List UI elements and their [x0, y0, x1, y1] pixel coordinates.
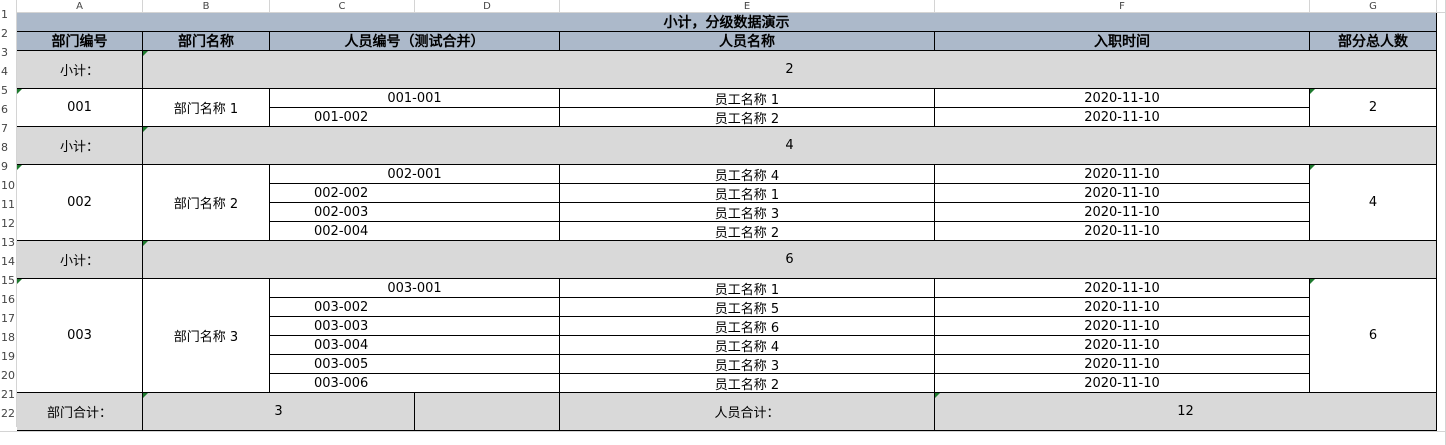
subtotal-value[interactable]: 6 — [143, 241, 1437, 279]
header-dept-total[interactable]: 部分总人数 — [1310, 32, 1437, 51]
dept-code-cell[interactable]: 002 — [17, 165, 143, 241]
row-header-2[interactable]: 2 — [0, 28, 17, 47]
sheet-title[interactable]: 小计，分级数据演示 — [17, 13, 1437, 32]
row-header-5[interactable]: 5 — [0, 85, 17, 104]
column-header-a[interactable]: A — [17, 0, 143, 13]
row-header-22[interactable]: 22 — [0, 408, 17, 427]
header-dept-name[interactable]: 部门名称 — [143, 32, 270, 51]
dept-name-cell[interactable]: 部门名称 2 — [143, 165, 270, 241]
person-code-cell[interactable]: 002-002 — [270, 184, 560, 203]
row-header-4[interactable]: 4 — [0, 66, 17, 85]
person-code-cell[interactable]: 003-005 — [270, 355, 560, 374]
row-header-7[interactable]: 7 — [0, 123, 17, 142]
column-header-empty — [1437, 0, 1446, 13]
person-code-cell[interactable]: 003-001 — [270, 279, 560, 298]
row-header-10[interactable]: 10 — [0, 180, 17, 199]
row-header-11[interactable]: 11 — [0, 199, 17, 218]
row-header-21[interactable]: 21 — [0, 389, 17, 408]
row-header-9[interactable]: 9 — [0, 161, 17, 180]
row-header-6[interactable]: 6 — [0, 104, 17, 123]
row-header-14[interactable]: 14 — [0, 256, 17, 275]
entry-time-cell[interactable]: 2020-11-10 — [935, 298, 1310, 317]
person-code-cell[interactable]: 003-003 — [270, 317, 560, 336]
column-header-g[interactable]: G — [1310, 0, 1437, 13]
person-name-cell[interactable]: 员工名称 3 — [560, 203, 935, 222]
header-person-name[interactable]: 人员名称 — [560, 32, 935, 51]
gridline — [0, 431, 1446, 432]
dept-name-cell[interactable]: 部门名称 3 — [143, 279, 270, 393]
subtotal-value[interactable]: 4 — [143, 127, 1437, 165]
column-header-c[interactable]: C — [270, 0, 415, 13]
entry-time-cell[interactable]: 2020-11-10 — [935, 355, 1310, 374]
entry-time-cell[interactable]: 2020-11-10 — [935, 165, 1310, 184]
person-total-label[interactable]: 人员合计： — [560, 393, 935, 431]
person-code-cell[interactable]: 002-004 — [270, 222, 560, 241]
entry-time-cell[interactable]: 2020-11-10 — [935, 374, 1310, 393]
subtotal-label[interactable]: 小计： — [17, 51, 143, 89]
entry-time-cell[interactable]: 2020-11-10 — [935, 336, 1310, 355]
person-name-cell[interactable]: 员工名称 3 — [560, 355, 935, 374]
column-header-b[interactable]: B — [143, 0, 270, 13]
person-code-cell[interactable]: 003-004 — [270, 336, 560, 355]
empty-gray-cell[interactable] — [415, 393, 560, 431]
row-header-20[interactable]: 20 — [0, 370, 17, 389]
dept-total-value[interactable]: 3 — [143, 393, 415, 431]
person-name-cell[interactable]: 员工名称 6 — [560, 317, 935, 336]
person-code-cell[interactable]: 003-002 — [270, 298, 560, 317]
person-name-cell[interactable]: 员工名称 5 — [560, 298, 935, 317]
row-header-15[interactable]: 15 — [0, 275, 17, 294]
person-code-cell[interactable]: 002-003 — [270, 203, 560, 222]
person-code-cell[interactable]: 003-006 — [270, 374, 560, 393]
entry-time-cell[interactable]: 2020-11-10 — [935, 108, 1310, 127]
entry-time-cell[interactable]: 2020-11-10 — [935, 317, 1310, 336]
person-name-cell[interactable]: 员工名称 4 — [560, 336, 935, 355]
header-person-code[interactable]: 人员编号（测试合并） — [270, 32, 560, 51]
column-header-f[interactable]: F — [935, 0, 1310, 13]
person-name-cell[interactable]: 员工名称 1 — [560, 184, 935, 203]
dept-code-cell[interactable]: 003 — [17, 279, 143, 393]
person-name-cell[interactable]: 员工名称 2 — [560, 222, 935, 241]
row-header-3[interactable]: 3 — [0, 47, 17, 66]
person-code-cell[interactable]: 002-001 — [270, 165, 560, 184]
row-header-8[interactable]: 8 — [0, 142, 17, 161]
header-dept-code[interactable]: 部门编号 — [17, 32, 143, 51]
row-header-17[interactable]: 17 — [0, 313, 17, 332]
header-entry-time[interactable]: 入职时间 — [935, 32, 1310, 51]
row-header-12[interactable]: 12 — [0, 218, 17, 237]
person-name-cell[interactable]: 员工名称 1 — [560, 89, 935, 108]
person-name-cell[interactable]: 员工名称 4 — [560, 165, 935, 184]
subtotal-label[interactable]: 小计： — [17, 241, 143, 279]
person-name-cell[interactable]: 员工名称 2 — [560, 108, 935, 127]
row-header-16[interactable]: 16 — [0, 294, 17, 313]
entry-time-cell[interactable]: 2020-11-10 — [935, 203, 1310, 222]
person-code-cell[interactable]: 001-002 — [270, 108, 560, 127]
row-header-18[interactable]: 18 — [0, 332, 17, 351]
person-code-cell[interactable]: 001-001 — [270, 89, 560, 108]
row-header-1[interactable]: 1 — [0, 9, 17, 28]
person-total-value[interactable]: 12 — [935, 393, 1437, 431]
spreadsheet[interactable]: A B C D E F G 1 2 3 4 5 6 7 8 9 10 11 12 13 14 15 16 17 18 19 20 21… — [0, 0, 1446, 445]
dept-total-label[interactable]: 部门合计： — [17, 393, 143, 431]
entry-time-cell[interactable]: 2020-11-10 — [935, 89, 1310, 108]
dept-count-cell[interactable]: 2 — [1310, 89, 1437, 127]
entry-time-cell[interactable]: 2020-11-10 — [935, 184, 1310, 203]
dept-count-cell[interactable]: 6 — [1310, 279, 1437, 393]
subtotal-label[interactable]: 小计： — [17, 127, 143, 165]
person-name-cell[interactable]: 员工名称 1 — [560, 279, 935, 298]
row-header-13[interactable]: 13 — [0, 237, 17, 256]
subtotal-value[interactable]: 2 — [143, 51, 1437, 89]
column-header-e[interactable]: E — [560, 0, 935, 13]
entry-time-cell[interactable]: 2020-11-10 — [935, 222, 1310, 241]
person-name-cell[interactable]: 员工名称 2 — [560, 374, 935, 393]
row-header-19[interactable]: 19 — [0, 351, 17, 370]
dept-name-cell[interactable]: 部门名称 1 — [143, 89, 270, 127]
dept-count-cell[interactable]: 4 — [1310, 165, 1437, 241]
dept-code-cell[interactable]: 001 — [17, 89, 143, 127]
entry-time-cell[interactable]: 2020-11-10 — [935, 279, 1310, 298]
column-header-d[interactable]: D — [415, 0, 560, 13]
